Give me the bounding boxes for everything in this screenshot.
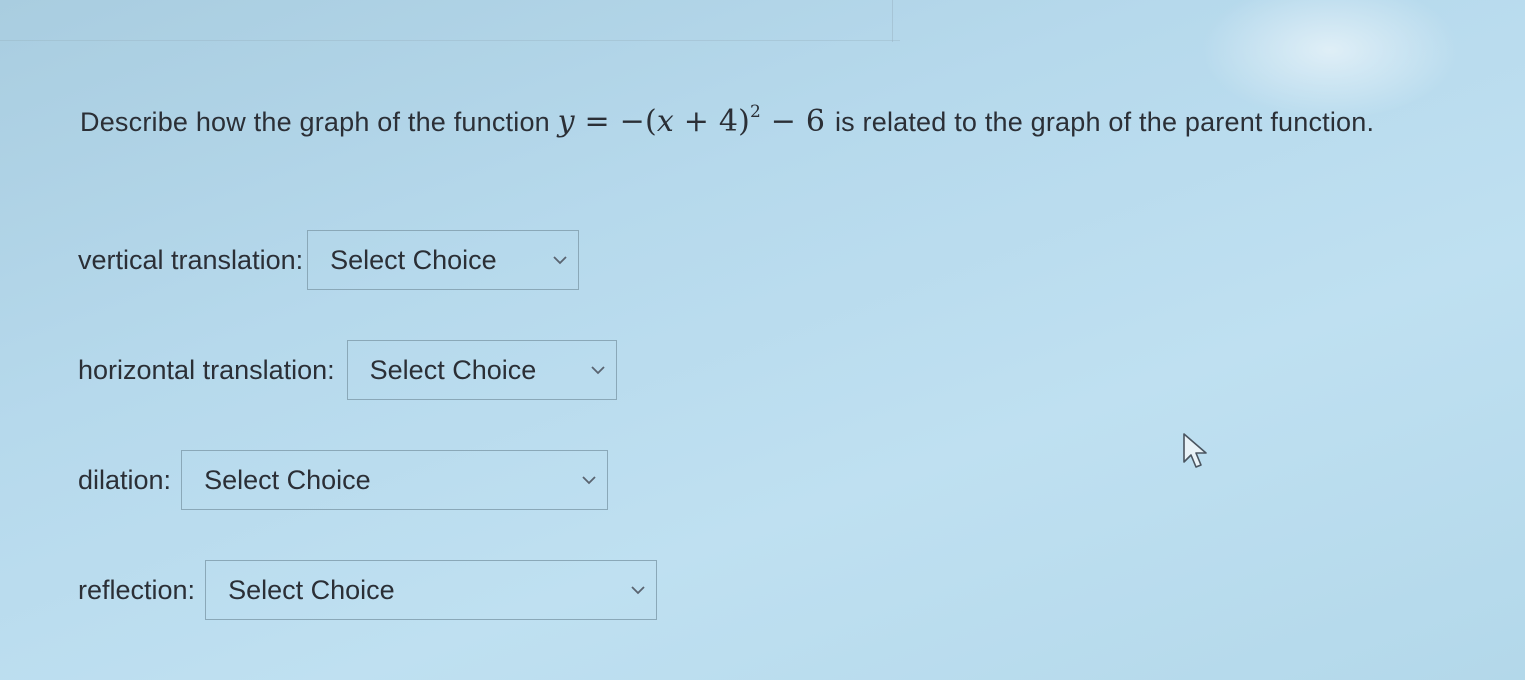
eq-exponent: 2 bbox=[750, 102, 762, 122]
eq-four: 4 bbox=[718, 104, 739, 139]
horizontal-translation-value: Select Choice bbox=[369, 354, 537, 385]
eq-y: y bbox=[557, 104, 575, 139]
eq-close-paren: ) bbox=[738, 104, 751, 139]
dilation-row: dilation: Select Choice bbox=[78, 450, 609, 510]
eq-minus-two: − bbox=[770, 104, 797, 139]
reflection-select[interactable]: Select Choice bbox=[205, 560, 658, 620]
question-text: Describe how the graph of the function y… bbox=[80, 88, 1460, 146]
top-vertical-divider bbox=[892, 0, 893, 42]
question-suffix: is related to the graph of the parent fu… bbox=[834, 107, 1375, 137]
vertical-translation-label: vertical translation: bbox=[78, 244, 304, 275]
eq-x: x bbox=[656, 104, 674, 139]
eq-open-paren: ( bbox=[644, 104, 657, 139]
reflection-row: reflection: Select Choice bbox=[78, 560, 658, 620]
vertical-translation-row: vertical translation: Select Choice bbox=[78, 230, 580, 290]
eq-equals: = bbox=[584, 104, 610, 139]
question-prefix: Describe how the graph of the function bbox=[80, 107, 550, 137]
eq-minus: − bbox=[619, 104, 645, 139]
horizontal-translation-row: horizontal translation: Select Choice bbox=[78, 340, 617, 400]
chevron-down-icon bbox=[590, 364, 606, 376]
mouse-pointer-icon bbox=[1182, 432, 1208, 475]
eq-plus: + bbox=[683, 104, 710, 139]
top-divider-line bbox=[0, 40, 900, 41]
vertical-translation-value: Select Choice bbox=[330, 244, 497, 275]
function-equation: y = −(x + 4)2 − 6 bbox=[557, 102, 835, 139]
dilation-label: dilation: bbox=[78, 464, 172, 495]
eq-six: 6 bbox=[805, 104, 826, 139]
reflection-label: reflection: bbox=[78, 574, 196, 605]
chevron-down-icon bbox=[581, 474, 597, 486]
dilation-select[interactable]: Select Choice bbox=[181, 450, 609, 510]
chevron-down-icon bbox=[630, 584, 646, 596]
vertical-translation-select[interactable]: Select Choice bbox=[307, 230, 580, 290]
horizontal-translation-label: horizontal translation: bbox=[78, 354, 335, 385]
reflection-value: Select Choice bbox=[228, 574, 395, 605]
chevron-down-icon bbox=[552, 254, 568, 266]
horizontal-translation-select[interactable]: Select Choice bbox=[346, 340, 617, 400]
dilation-value: Select Choice bbox=[204, 464, 371, 495]
